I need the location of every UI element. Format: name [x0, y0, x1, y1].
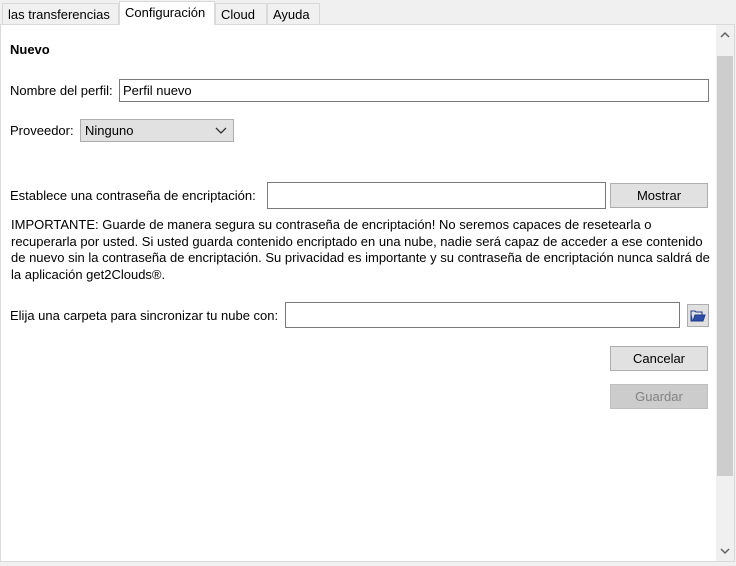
- show-password-button[interactable]: Mostrar: [610, 183, 708, 208]
- scroll-up-icon[interactable]: [720, 31, 730, 39]
- scrollbar-thumb[interactable]: [717, 56, 733, 476]
- cancel-button[interactable]: Cancelar: [610, 346, 708, 371]
- profile-name-label: Nombre del perfil:: [10, 83, 113, 98]
- browse-folder-button[interactable]: [687, 304, 709, 327]
- folder-icon: [690, 310, 706, 322]
- encryption-password-label: Establece una contraseña de encriptación…: [10, 188, 256, 203]
- encryption-password-input[interactable]: [267, 182, 606, 209]
- scroll-down-icon[interactable]: [720, 547, 730, 555]
- tab-bar: las transferencias Configuración Cloud A…: [0, 0, 736, 25]
- provider-select[interactable]: Ninguno: [80, 119, 234, 142]
- important-notice: IMPORTANTE: Guarde de manera segura su c…: [11, 217, 710, 282]
- tab-transfers[interactable]: las transferencias: [2, 3, 119, 24]
- tab-cloud[interactable]: Cloud: [215, 3, 267, 24]
- settings-panel: Nuevo Nombre del perfil: Proveedor: Ning…: [0, 24, 735, 562]
- save-button[interactable]: Guardar: [610, 384, 708, 409]
- vertical-scrollbar[interactable]: [716, 25, 734, 561]
- sync-folder-input[interactable]: [285, 302, 680, 328]
- tab-help[interactable]: Ayuda: [267, 3, 320, 24]
- provider-selected-value: Ninguno: [85, 123, 134, 138]
- tab-settings[interactable]: Configuración: [119, 1, 215, 25]
- provider-label: Proveedor:: [10, 123, 74, 138]
- section-heading: Nuevo: [10, 42, 50, 57]
- chevron-down-icon: [215, 127, 227, 134]
- sync-folder-label: Elija una carpeta para sincronizar tu nu…: [10, 308, 279, 323]
- profile-name-input[interactable]: [119, 79, 709, 102]
